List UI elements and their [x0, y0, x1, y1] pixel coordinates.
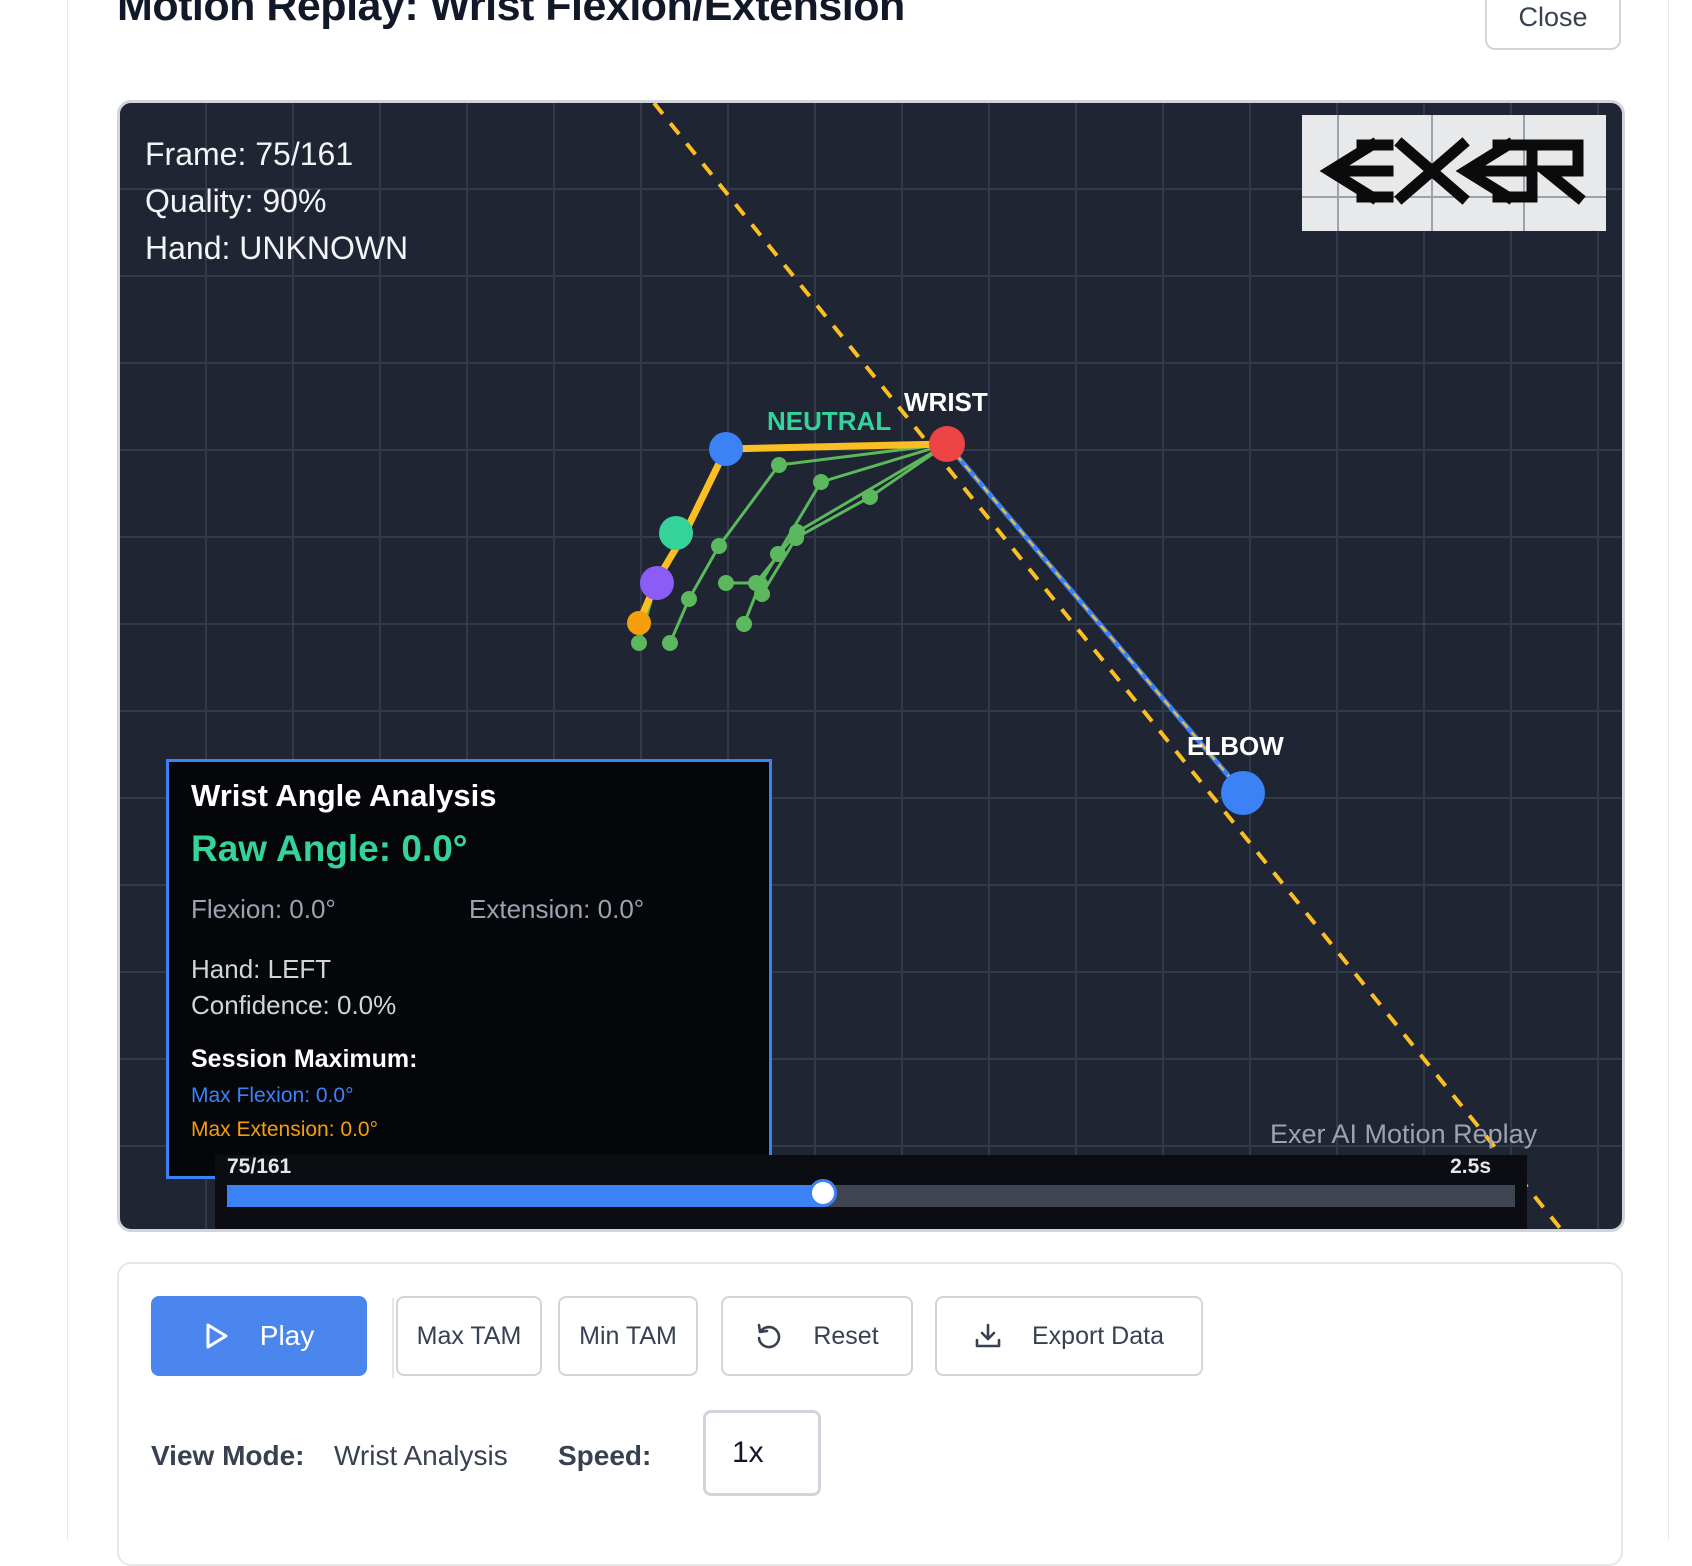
wrist-joint [929, 426, 965, 462]
finger-joint [718, 575, 734, 591]
download-icon [974, 1322, 1002, 1350]
timeline-scrubber[interactable]: 75/161 2.5s [215, 1155, 1527, 1229]
hand-indicator: Hand: UNKNOWN [145, 230, 409, 266]
toolbar-divider [392, 1298, 394, 1378]
play-icon [204, 1322, 230, 1350]
play-label: Play [259, 1320, 315, 1351]
frame-info: Frame: 75/161 Quality: 90% Hand: UNKNOWN [145, 131, 408, 272]
speed-label: Speed: [558, 1440, 652, 1471]
play-button[interactable]: Play [151, 1296, 367, 1376]
scrubber-track[interactable] [227, 1179, 1515, 1207]
min-tam-button[interactable]: Min TAM [558, 1296, 698, 1376]
replay-canvas[interactable]: WRIST NEUTRAL ELBOW Frame: 75/161 Qualit… [117, 100, 1625, 1232]
analysis-title: Wrist Angle Analysis [191, 778, 497, 813]
export-data-button[interactable]: Export Data [935, 1296, 1203, 1376]
wrist-label: WRIST [904, 387, 988, 417]
close-button[interactable]: Close [1485, 0, 1621, 50]
controls-panel: Play Max TAM Min TAM Reset Export Data V… [117, 1262, 1623, 1566]
page-title: Motion Replay: Wrist Flexion/Extension [117, 0, 905, 30]
neutral-label: NEUTRAL [767, 406, 891, 436]
export-label: Export Data [1031, 1321, 1164, 1350]
thumb-tip-marker [627, 611, 651, 635]
finger-joint [788, 530, 804, 546]
finger-bone [760, 442, 948, 595]
logo-text: EXER [1451, 226, 1457, 228]
scrubber-handle[interactable] [808, 1179, 837, 1207]
exer-logo: EXER [1302, 115, 1606, 231]
wrist-angle-panel: Wrist Angle Analysis Raw Angle: 0.0° Fle… [166, 759, 772, 1179]
exer-logo-mark: EXER [1302, 115, 1606, 231]
scrubber-frame-label: 75/161 [227, 1155, 292, 1178]
frame-counter: Frame: 75/161 [145, 136, 354, 172]
finger-joint [736, 616, 752, 632]
reset-button[interactable]: Reset [721, 1296, 913, 1376]
finger-joint [631, 635, 647, 651]
speed-select[interactable]: 1x [703, 1410, 821, 1496]
extension-value: Extension: 0.0° [469, 894, 645, 924]
view-mode-label: View Mode: [151, 1440, 305, 1471]
finger-joint [862, 489, 878, 505]
scrubber-progress [227, 1185, 823, 1207]
quality-indicator: Quality: 90% [145, 183, 327, 219]
session-max-title: Session Maximum: [191, 1045, 418, 1073]
elbow-joint [1221, 771, 1265, 815]
neutral-marker [659, 516, 693, 550]
fingertip-marker [640, 566, 674, 600]
index-base-marker [709, 432, 743, 466]
finger-joint [813, 474, 829, 490]
scrubber-time-label: 2.5s [1450, 1155, 1491, 1178]
max-flexion: Max Flexion: 0.0° [191, 1084, 354, 1107]
confidence-value: Confidence: 0.0% [191, 990, 397, 1020]
flexion-value: Flexion: 0.0° [191, 894, 336, 924]
finger-joint [711, 538, 727, 554]
max-extension: Max Extension: 0.0° [191, 1118, 378, 1141]
max-tam-button[interactable]: Max TAM [396, 1296, 542, 1376]
reset-label: Reset [813, 1321, 879, 1350]
watermark: Exer AI Motion Replay [1270, 1119, 1538, 1149]
finger-joint [662, 635, 678, 651]
finger-joint [754, 586, 770, 602]
finger-bone [726, 442, 948, 585]
hand-side: Hand: LEFT [191, 954, 332, 984]
elbow-label: ELBOW [1187, 731, 1284, 761]
reset-icon [755, 1322, 783, 1350]
finger-joint [681, 591, 697, 607]
view-mode-select[interactable]: Wrist Analysis [334, 1440, 508, 1472]
finger-joint [771, 457, 787, 473]
raw-angle: Raw Angle: 0.0° [191, 828, 468, 869]
